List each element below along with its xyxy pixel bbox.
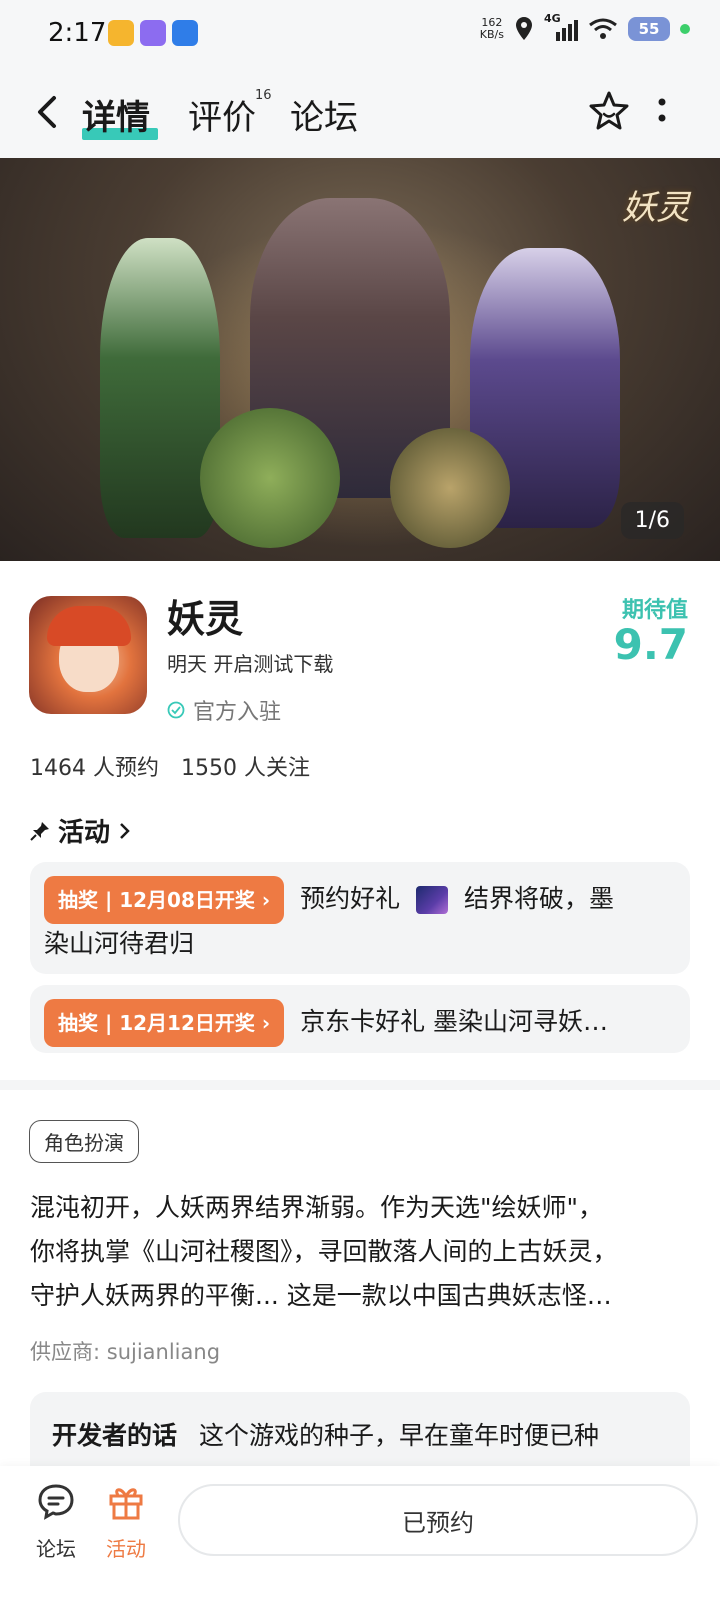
network-speed: 162 KB/s (479, 16, 504, 41)
notification-app-icon (108, 20, 134, 46)
activity-section-header[interactable]: 活动 (30, 812, 132, 849)
wifi-icon (589, 18, 617, 39)
status-time: 2:17 (48, 18, 107, 48)
verified-check-icon (167, 701, 185, 719)
gift-icon (109, 1488, 143, 1520)
bottom-action-bar: 论坛 活动 已预约 (0, 1466, 720, 1600)
notification-app-icon (140, 20, 166, 46)
tab-forum[interactable]: 论坛 (290, 90, 358, 139)
location-icon (516, 17, 532, 40)
banner-carousel[interactable]: 妖灵 1/6 (0, 158, 720, 561)
activity-text: 染山河待君归 (44, 929, 195, 958)
genre-tag[interactable]: 角色扮演 (29, 1120, 139, 1163)
game-description[interactable]: 混沌初开，人妖两界结界渐弱。作为天选"绘妖师"， 你将执掌《山河社稷图》，寻回散… (30, 1186, 694, 1318)
review-count-badge: 16 (255, 88, 272, 103)
banner-character (390, 428, 510, 548)
game-icon (29, 596, 147, 714)
chevron-right-icon (120, 822, 130, 839)
forum-chat-icon (38, 1484, 74, 1520)
reservation-count: 1464 人预约 (30, 756, 159, 781)
banner-page-counter: 1/6 (620, 502, 684, 539)
favorite-star-icon[interactable] (588, 90, 630, 132)
more-options-icon[interactable] (656, 94, 668, 130)
signal-icon: 4G (544, 12, 578, 42)
activity-card[interactable]: 抽奖 | 12月08日开奖 › 预约好礼 结界将破，墨 染山河待君归 (30, 862, 690, 974)
release-info: 明天 开启测试下载 (167, 652, 334, 676)
tab-details[interactable]: 详情 (82, 90, 150, 139)
official-badge: 官方入驻 (167, 694, 281, 726)
activity-text: 预约好礼 (300, 884, 401, 913)
section-divider (0, 1080, 720, 1090)
activity-text: 京东卡好礼 墨染山河寻妖… (300, 1007, 609, 1036)
privacy-dot (680, 24, 690, 34)
developer-note-label: 开发者的话 (52, 1421, 178, 1450)
notification-app-icon (172, 20, 198, 46)
supplier-info: 供应商: sujianliang (30, 1340, 221, 1364)
status-bar: 2:17 162 KB/s 4G 55 (0, 0, 720, 66)
lottery-pill: 抽奖 | 12月08日开奖 › (44, 876, 285, 924)
bottom-activity-button[interactable]: 活动 (86, 1482, 166, 1562)
pin-icon (30, 821, 49, 841)
galaxy-emoji-icon (416, 886, 449, 914)
bottom-forum-button[interactable]: 论坛 (16, 1482, 96, 1562)
activity-text: 结界将破，墨 (463, 884, 614, 913)
top-nav: 详情 评价 16 论坛 (0, 66, 720, 158)
game-title: 妖灵 (167, 597, 244, 641)
lottery-pill: 抽奖 | 12月12日开奖 › (44, 999, 285, 1047)
developer-note-card[interactable]: 开发者的话 这个游戏的种子，早在童年时便已种 (30, 1392, 690, 1472)
battery-indicator: 55 (628, 17, 670, 41)
activity-card[interactable]: 抽奖 | 12月12日开奖 › 京东卡好礼 墨染山河寻妖… (30, 985, 690, 1053)
follower-count: 1550 人关注 (180, 756, 310, 781)
back-arrow-icon[interactable] (30, 90, 70, 134)
banner-logo: 妖灵 (622, 188, 690, 228)
game-stats: 1464 人预约 1550 人关注 (30, 750, 310, 782)
reserved-button[interactable]: 已预约 (178, 1484, 698, 1556)
tab-reviews[interactable]: 评价 (188, 90, 256, 139)
expectation-score: 9.7 (613, 620, 688, 669)
banner-character (200, 408, 340, 548)
developer-note-text: 这个游戏的种子，早在童年时便已种 (198, 1421, 599, 1450)
